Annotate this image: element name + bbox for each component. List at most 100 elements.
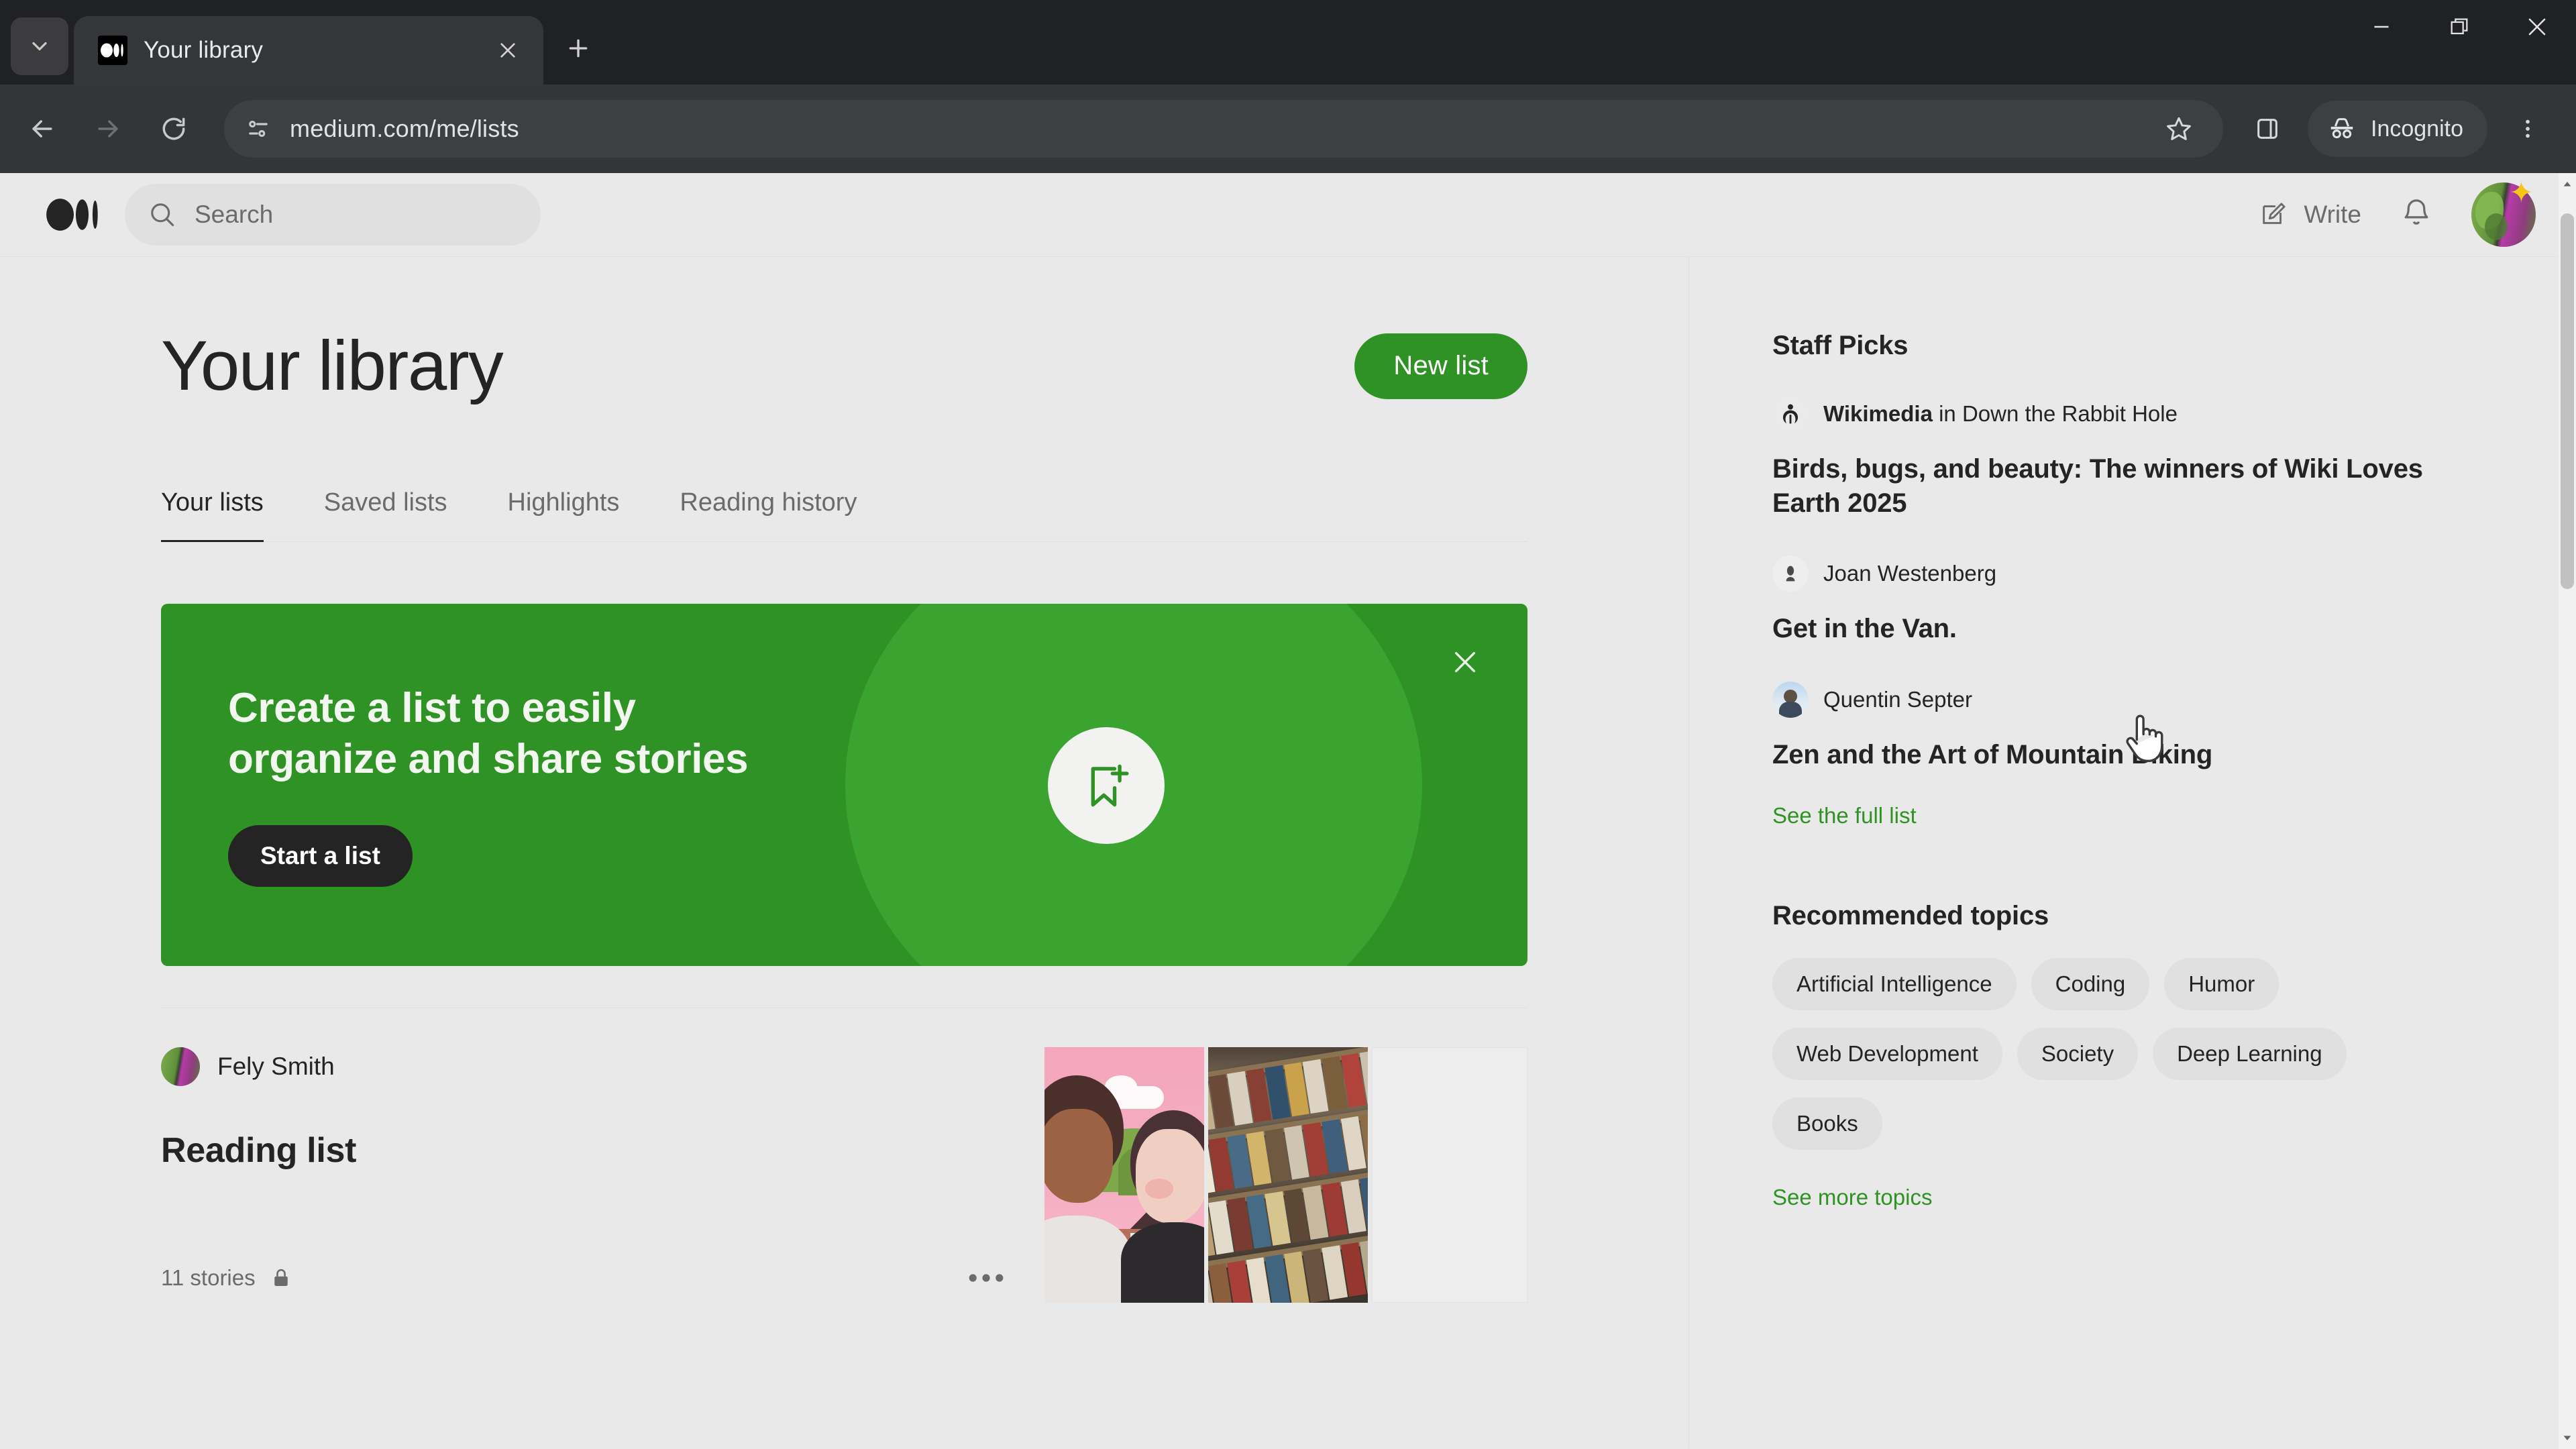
search-icon bbox=[151, 203, 174, 227]
url-text: medium.com/me/lists bbox=[290, 115, 519, 142]
close-tab-button[interactable] bbox=[490, 32, 526, 68]
scroll-up-arrow-icon[interactable] bbox=[2559, 174, 2576, 195]
scroll-down-arrow-icon[interactable] bbox=[2559, 1428, 2576, 1448]
new-list-button[interactable]: New list bbox=[1354, 333, 1527, 399]
topic-chip-books[interactable]: Books bbox=[1772, 1097, 1882, 1150]
medium-header: Search Write ✦ bbox=[0, 173, 2576, 257]
library-tabs: Your lists Saved lists Highlights Readin… bbox=[161, 488, 1527, 542]
reload-button[interactable] bbox=[144, 99, 204, 159]
address-bar[interactable]: medium.com/me/lists bbox=[224, 100, 2223, 158]
list-story-count: 11 stories bbox=[161, 1265, 256, 1290]
browser-tab[interactable]: Your library bbox=[74, 16, 543, 85]
star-badge-icon: ✦ bbox=[2509, 176, 2534, 209]
star-icon bbox=[2167, 117, 2191, 140]
list-title[interactable]: Reading list bbox=[161, 1130, 1018, 1171]
promo-heading-line2: organize and share stories bbox=[228, 736, 749, 782]
three-dot-menu-icon bbox=[2526, 119, 2530, 138]
search-input[interactable]: Search bbox=[125, 184, 541, 246]
bookmark-button[interactable] bbox=[2151, 101, 2207, 157]
staff-pick-item[interactable]: Joan Westenberg Get in the Van. bbox=[1772, 555, 2496, 646]
arrow-right-icon bbox=[98, 120, 118, 138]
tab-saved-lists[interactable]: Saved lists bbox=[324, 488, 447, 541]
sidebar: Staff Picks Wikimedia in Down the Rabbit… bbox=[1689, 257, 2576, 1448]
restore-icon bbox=[2451, 18, 2468, 35]
list-item[interactable]: Fely Smith Reading list 11 stories bbox=[161, 1008, 1527, 1303]
thumbnail-illustration-two-people bbox=[1044, 1047, 1204, 1303]
tab-strip: Your library bbox=[0, 0, 2576, 85]
side-panel-icon bbox=[2257, 119, 2277, 139]
staff-pick-author: Wikimedia bbox=[1823, 401, 1933, 426]
close-icon bbox=[1454, 651, 1476, 673]
incognito-indicator[interactable]: Incognito bbox=[2308, 101, 2487, 157]
staff-pick-item[interactable]: Wikimedia in Down the Rabbit Hole Birds,… bbox=[1772, 396, 2496, 521]
window-controls bbox=[2343, 0, 2576, 85]
topic-chip-list: Artificial Intelligence Coding Humor Web… bbox=[1772, 957, 2376, 1150]
medium-logo-icon[interactable] bbox=[46, 186, 102, 243]
promo-icon-circle bbox=[1048, 727, 1165, 844]
topic-chip-deep-learning[interactable]: Deep Learning bbox=[2153, 1027, 2347, 1080]
topic-chip-web-development[interactable]: Web Development bbox=[1772, 1027, 2002, 1080]
side-panel-button[interactable] bbox=[2239, 101, 2296, 157]
page-info-icon[interactable] bbox=[244, 115, 272, 143]
see-more-topics-link[interactable]: See more topics bbox=[1772, 1185, 1932, 1210]
write-pencil-icon bbox=[2263, 203, 2286, 224]
staff-pick-byline: Joan Westenberg bbox=[1823, 561, 1996, 586]
staff-pick-connector: in bbox=[1939, 401, 1956, 426]
list-author[interactable]: Fely Smith bbox=[161, 1047, 1018, 1086]
close-icon bbox=[2528, 18, 2546, 36]
staff-pick-author: Quentin Septer bbox=[1823, 686, 1972, 712]
list-more-options-button[interactable] bbox=[968, 1271, 1018, 1285]
lock-icon bbox=[274, 1269, 288, 1286]
staff-pick-item[interactable]: Quentin Septer Zen and the Art of Mounta… bbox=[1772, 681, 2496, 772]
tab-reading-history[interactable]: Reading history bbox=[680, 488, 857, 541]
browser-toolbar: medium.com/me/lists Incognito bbox=[0, 85, 2576, 173]
main-content: Your library New list Your lists Saved l… bbox=[0, 257, 1689, 1448]
topic-chip-humor[interactable]: Humor bbox=[2164, 957, 2279, 1010]
topic-chip-artificial-intelligence[interactable]: Artificial Intelligence bbox=[1772, 957, 2017, 1010]
tab-highlights[interactable]: Highlights bbox=[508, 488, 620, 541]
tab-your-lists[interactable]: Your lists bbox=[161, 488, 264, 542]
dismiss-promo-button[interactable] bbox=[1442, 639, 1489, 686]
create-list-promo-banner: Create a list to easily organize and sha… bbox=[161, 604, 1527, 966]
bell-icon bbox=[2404, 199, 2428, 225]
write-button[interactable]: Write bbox=[2258, 199, 2361, 230]
staff-picks-heading: Staff Picks bbox=[1772, 331, 1909, 360]
staff-pick-byline: Quentin Septer bbox=[1823, 687, 1972, 712]
medium-logo-icon bbox=[98, 36, 127, 65]
close-window-button[interactable] bbox=[2498, 0, 2576, 54]
start-a-list-button[interactable]: Start a list bbox=[228, 824, 413, 887]
maximize-button[interactable] bbox=[2420, 0, 2498, 54]
back-button[interactable] bbox=[12, 99, 72, 159]
staff-pick-author: Joan Westenberg bbox=[1823, 561, 1997, 586]
staff-pick-title[interactable]: Birds, bugs, and beauty: The winners of … bbox=[1772, 452, 2496, 521]
page-title: Your library bbox=[161, 327, 504, 405]
notifications-button[interactable] bbox=[2399, 196, 2434, 234]
page-scrollbar[interactable] bbox=[2559, 173, 2576, 1449]
list-author-name: Fely Smith bbox=[217, 1053, 335, 1080]
write-label: Write bbox=[2304, 201, 2361, 228]
staff-pick-publication: Down the Rabbit Hole bbox=[1962, 401, 2178, 426]
page-header-row: Your library New list bbox=[161, 331, 1527, 401]
staff-pick-byline: Wikimedia in Down the Rabbit Hole bbox=[1823, 401, 2178, 427]
tab-search-button[interactable] bbox=[11, 17, 68, 75]
user-avatar-button[interactable]: ✦ bbox=[2471, 178, 2536, 247]
arrow-left-icon bbox=[32, 120, 52, 138]
staff-pick-title[interactable]: Zen and the Art of Mountain Biking bbox=[1772, 738, 2496, 772]
topic-chip-society[interactable]: Society bbox=[2017, 1027, 2139, 1080]
incognito-label: Incognito bbox=[2371, 115, 2463, 142]
forward-button[interactable] bbox=[78, 99, 138, 159]
thumbnail-empty bbox=[1372, 1047, 1527, 1303]
new-tab-button[interactable] bbox=[554, 24, 602, 72]
quentin-avatar bbox=[1772, 681, 1809, 718]
browser-menu-button[interactable] bbox=[2500, 101, 2556, 157]
search-placeholder: Search bbox=[195, 201, 274, 228]
plus-icon bbox=[569, 39, 588, 58]
see-full-list-link[interactable]: See the full list bbox=[1772, 803, 1917, 828]
topic-chip-coding[interactable]: Coding bbox=[2031, 957, 2150, 1010]
close-icon bbox=[500, 43, 515, 58]
thumbnail-library-bookshelf bbox=[1208, 1047, 1368, 1303]
reload-icon bbox=[162, 117, 185, 140]
minimize-button[interactable] bbox=[2343, 0, 2420, 54]
scrollbar-thumb[interactable] bbox=[2561, 213, 2574, 589]
staff-pick-title[interactable]: Get in the Van. bbox=[1772, 612, 2496, 646]
